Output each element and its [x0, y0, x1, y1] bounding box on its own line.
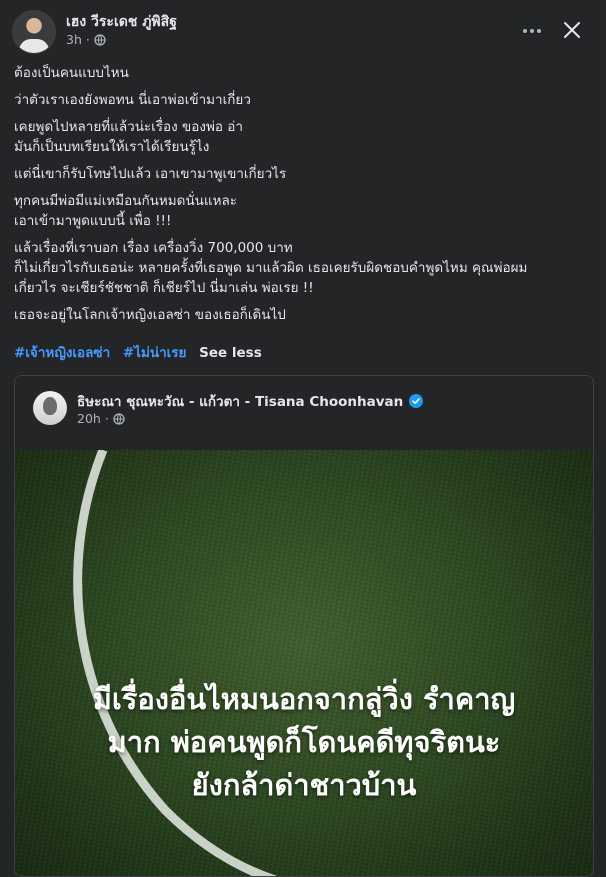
- shared-author-avatar[interactable]: [33, 391, 67, 425]
- author-avatar[interactable]: [12, 10, 56, 54]
- shared-author: ธิษะณา ชุณหะวัณ - แก้วตา - Tisana Choonh…: [77, 390, 424, 412]
- shared-photo[interactable]: มีเรื่องอื่นไหมนอกจากลู่วิ่ง รำคาญ มาก พ…: [15, 450, 593, 876]
- paragraph: ต้องเป็นคนแบบไหน: [14, 65, 129, 81]
- paragraph: ว่าตัวเราเองยังพอทน นี่เอาพ่อเข้ามาเกี่ย…: [14, 92, 251, 108]
- post-time[interactable]: 3h: [66, 32, 82, 47]
- globe-icon: [113, 412, 125, 425]
- author-name[interactable]: เฮง วีระเดช ภู่พิสิฐ: [66, 11, 177, 33]
- shared-post[interactable]: ธิษะณา ชุณหะวัณ - แก้วตา - Tisana Choonh…: [14, 375, 594, 877]
- close-icon[interactable]: [556, 14, 588, 46]
- shared-author-name[interactable]: ธิษะณา ชุณหะวัณ - แก้วตา - Tisana Choonh…: [77, 390, 403, 412]
- see-less-link[interactable]: See less: [199, 345, 262, 361]
- field-line: [73, 450, 277, 876]
- shared-post-time[interactable]: 20h: [77, 411, 101, 426]
- hashtag-link[interactable]: #เจ้าหญิงเอลซ่า: [14, 345, 110, 361]
- paragraph: เคยพูดไปหลายที่แล้วน่ะเรื่อง ของพ่อ อ่าม…: [14, 119, 243, 155]
- post-text: ต้องเป็นคนแบบไหน ว่าตัวเราเองยังพอทน นี่…: [14, 63, 594, 332]
- paragraph: เธอจะอยู่ในโลกเจ้าหญิงเอลซ่า ของเธอก็เดิ…: [14, 307, 286, 323]
- verified-badge-icon: [409, 394, 424, 408]
- paragraph: แล้วเรื่องที่เราบอก เรื่อง เครื่องวิ่ง 7…: [14, 240, 528, 296]
- photo-caption: มีเรื่องอื่นไหมนอกจากลู่วิ่ง รำคาญ มาก พ…: [92, 682, 516, 802]
- globe-icon: [94, 33, 106, 46]
- post-header: เฮง วีระเดช ภู่พิสิฐ 3h ·: [0, 0, 606, 62]
- shared-post-meta: 20h ·: [77, 411, 125, 426]
- more-options-icon[interactable]: [514, 16, 550, 46]
- hashtag-link[interactable]: #ไม่น่าเรย: [123, 345, 187, 361]
- paragraph: แต่นี่เขาก็รับโทษไปแล้ว เอาเขามาพูเขาเกี…: [14, 166, 287, 182]
- post-meta: 3h ·: [66, 32, 106, 47]
- paragraph: ทุกคนมีพ่อมีแม่เหมือนกันหมดนั่นแหละ เอาเข…: [14, 193, 238, 229]
- hashtags: #เจ้าหญิงเอลซ่า #ไม่น่าเรย See less: [14, 341, 262, 363]
